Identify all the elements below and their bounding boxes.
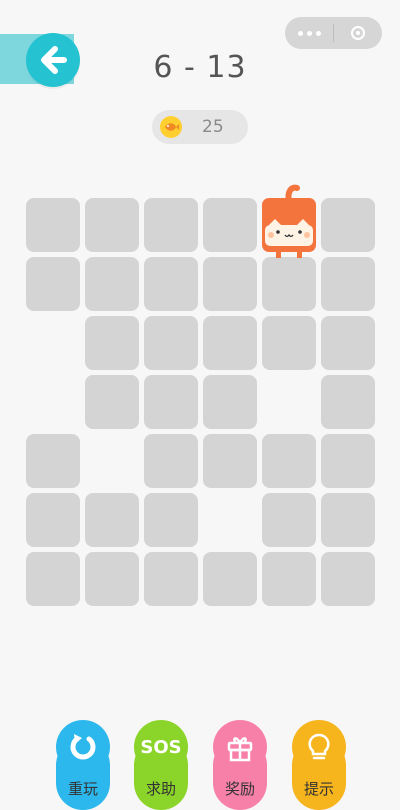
grid-tile — [203, 257, 257, 311]
grid-tile — [85, 493, 139, 547]
grid-tile — [203, 198, 257, 252]
mini-program-capsule — [285, 17, 382, 49]
grid-tile — [144, 552, 198, 606]
grid-tile — [262, 257, 316, 311]
hint-button[interactable]: 提示 — [292, 718, 346, 810]
fish-coin-icon — [160, 116, 182, 138]
grid-tile — [203, 552, 257, 606]
grid-tile — [26, 434, 80, 488]
grid-tile — [321, 257, 375, 311]
grid-tile — [321, 375, 375, 429]
grid-tile — [262, 552, 316, 606]
grid-tile — [26, 198, 80, 252]
close-icon — [351, 26, 365, 40]
sos-button[interactable]: SOS 求助 — [134, 718, 188, 810]
restart-icon — [70, 734, 96, 760]
cat-player[interactable] — [261, 184, 317, 260]
grid-tile — [26, 552, 80, 606]
grid-tile — [85, 375, 139, 429]
grid-tile — [203, 375, 257, 429]
grid-tile — [321, 198, 375, 252]
grid-tile — [203, 316, 257, 370]
reward-label: 奖励 — [224, 780, 255, 798]
grid-tile — [321, 316, 375, 370]
gift-icon — [227, 737, 253, 762]
grid-tile — [144, 493, 198, 547]
grid-tile — [85, 316, 139, 370]
coin-counter: 25 — [152, 110, 248, 144]
grid-tile — [262, 316, 316, 370]
grid-tile — [321, 493, 375, 547]
lightbulb-icon — [308, 733, 330, 760]
restart-button[interactable]: 重玩 — [56, 718, 110, 810]
coin-count: 25 — [202, 117, 224, 137]
grid-tile — [26, 493, 80, 547]
grid-tile — [144, 257, 198, 311]
grid-tile — [85, 257, 139, 311]
grid-tile — [262, 493, 316, 547]
grid-tile — [144, 434, 198, 488]
close-button[interactable] — [334, 26, 382, 40]
cat-icon — [262, 184, 316, 258]
sos-icon: SOS — [140, 736, 182, 758]
more-button[interactable] — [285, 30, 333, 36]
grid-tile — [144, 198, 198, 252]
grid-tile — [85, 552, 139, 606]
reward-button[interactable]: 奖励 — [213, 718, 267, 810]
bottom-toolbar: 重玩 SOS 求助 奖励 提示 — [0, 718, 400, 810]
sos-label: 求助 — [145, 780, 176, 798]
grid-tile — [26, 257, 80, 311]
grid-tile — [144, 316, 198, 370]
restart-label: 重玩 — [67, 780, 98, 798]
grid-tile — [144, 375, 198, 429]
grid-tile — [321, 434, 375, 488]
level-title: 6 - 13 — [153, 50, 247, 85]
grid-tile — [262, 434, 316, 488]
status-bar — [0, 0, 400, 10]
grid-tile — [321, 552, 375, 606]
hint-label: 提示 — [303, 780, 334, 798]
grid-tile — [203, 434, 257, 488]
grid-tile — [85, 198, 139, 252]
